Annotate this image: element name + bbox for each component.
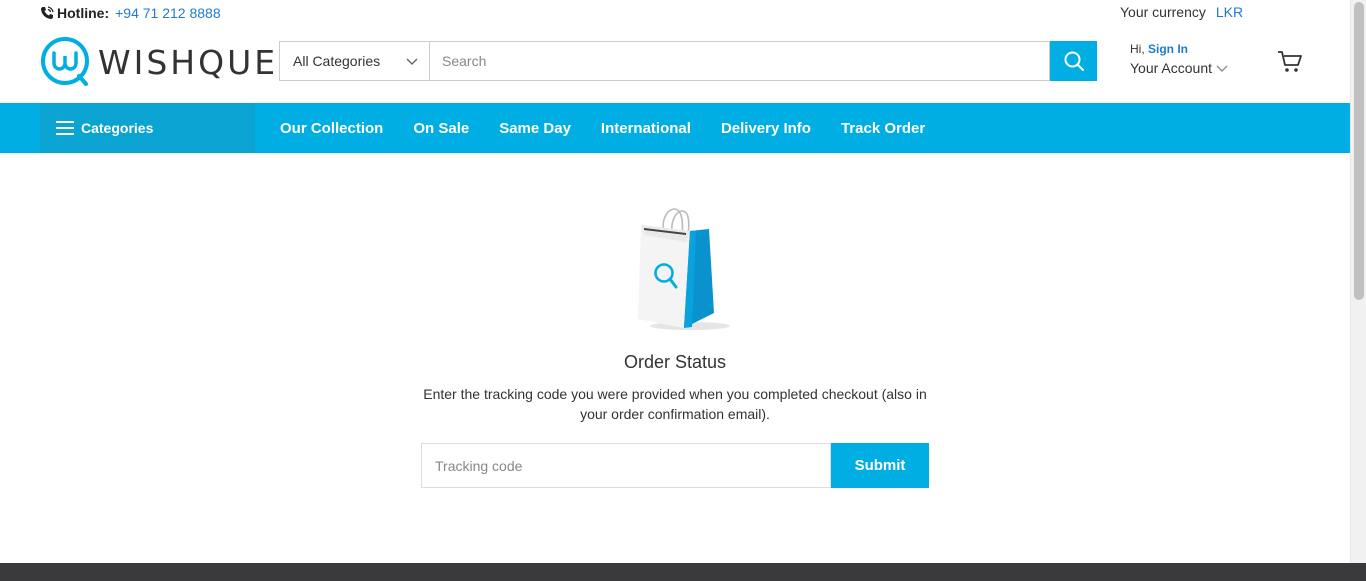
- phone-icon: [40, 6, 54, 20]
- categories-label: Categories: [81, 120, 154, 136]
- search-button[interactable]: [1050, 41, 1097, 81]
- main-nav: Categories Our Collection On Sale Same D…: [0, 103, 1350, 153]
- nav-international[interactable]: International: [586, 120, 706, 137]
- chevron-down-icon: [1216, 65, 1228, 72]
- nav-delivery-info[interactable]: Delivery Info: [706, 120, 826, 137]
- currency-selector[interactable]: Your currency LKR: [1120, 4, 1243, 20]
- hotline: Hotline: +94 71 212 8888: [40, 5, 221, 21]
- top-bar: Hotline: +94 71 212 8888 Your currency LK…: [0, 0, 1350, 28]
- account-greeting: Hi,: [1130, 42, 1145, 56]
- logo-text: WISHQUE: [98, 42, 279, 82]
- category-select[interactable]: All Categories: [279, 41, 429, 81]
- hotline-number[interactable]: +94 71 212 8888: [115, 5, 221, 21]
- order-description: Enter the tracking code you were provide…: [423, 386, 927, 422]
- scrollbar[interactable]: [1350, 0, 1366, 563]
- header: WISHQUE All Categories Hi, Sign In Your …: [0, 28, 1350, 103]
- nav-same-day[interactable]: Same Day: [484, 120, 586, 137]
- search-icon: [1064, 51, 1084, 71]
- categories-button[interactable]: Categories: [40, 103, 255, 153]
- hamburger-icon: [56, 121, 74, 135]
- submit-button[interactable]: Submit: [831, 443, 929, 488]
- nav-track-order[interactable]: Track Order: [826, 120, 940, 137]
- page-title: Order Status: [623, 352, 727, 372]
- nav-links: Our Collection On Sale Same Day Internat…: [265, 103, 940, 153]
- search-bar: All Categories: [279, 41, 1097, 81]
- chevron-down-icon: [406, 58, 418, 65]
- footer-strip: [0, 563, 1366, 581]
- account-menu[interactable]: Hi, Sign In Your Account: [1130, 42, 1228, 76]
- search-input[interactable]: [429, 41, 1050, 81]
- hotline-label: Hotline:: [57, 5, 110, 21]
- logo-icon: [41, 37, 89, 86]
- currency-label: Your currency: [1120, 4, 1206, 20]
- your-account-label[interactable]: Your Account: [1130, 60, 1212, 76]
- cart-icon: [1278, 51, 1302, 72]
- logo[interactable]: WISHQUE: [40, 36, 278, 88]
- cart-button[interactable]: [1277, 50, 1303, 79]
- scrollbar-thumb[interactable]: [1354, 2, 1364, 300]
- tracking-code-input[interactable]: [421, 443, 831, 488]
- nav-on-sale[interactable]: On Sale: [398, 120, 484, 137]
- order-status-section: Order Status Enter the tracking code you…: [0, 153, 1350, 563]
- tracking-form: Submit: [421, 443, 929, 488]
- sign-in-link[interactable]: Sign In: [1148, 42, 1188, 56]
- shopping-bag-search-icon: [638, 208, 730, 330]
- category-select-value: All Categories: [293, 53, 381, 69]
- currency-value[interactable]: LKR: [1216, 4, 1243, 20]
- nav-our-collection[interactable]: Our Collection: [265, 120, 398, 137]
